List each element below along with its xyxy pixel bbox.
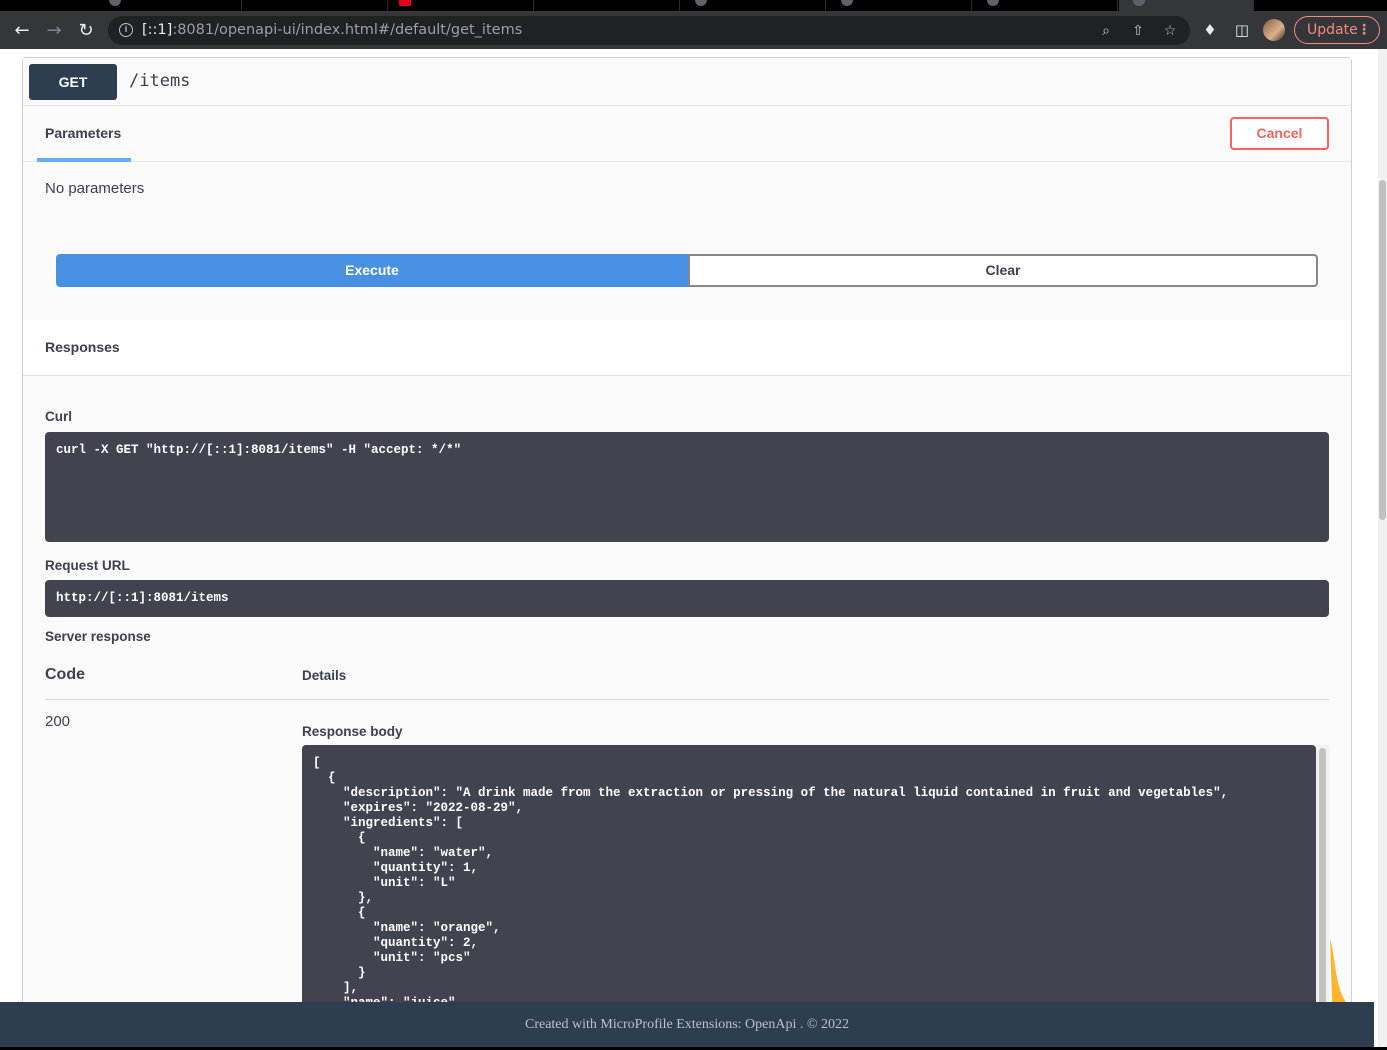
details-column-header: Details [302,668,347,683]
more-menu-icon[interactable]: ⋮ [1357,17,1371,43]
curl-command-block[interactable]: curl -X GET "http://[::1]:8081/items" -H… [45,432,1329,542]
browser-tab[interactable] [681,0,826,11]
response-body-json[interactable]: [ { "description": "A drink made from th… [313,756,1305,1002]
responses-header: Responses [23,320,1351,376]
profile-avatar[interactable] [1263,19,1285,41]
reload-icon: ↻ [78,20,94,41]
response-body-label: Response body [302,724,403,739]
execute-button[interactable]: Execute [56,254,688,287]
operation-path: /items [129,71,191,91]
globe-icon [841,0,853,6]
browser-tab-active[interactable] [1119,0,1254,11]
page-footer: Created with MicroProfile Extensions: Op… [0,1002,1374,1047]
floating-blob-decoration [1330,939,1347,1002]
side-panel-icon[interactable]: ◫ [1232,20,1252,40]
arrow-right-icon: → [46,20,62,41]
browser-tab[interactable] [535,0,680,11]
reload-button[interactable]: ↻ [75,20,97,42]
globe-icon [1133,0,1145,6]
operation-summary[interactable]: GET /items [23,58,1351,106]
url-path: :8081/openapi-ui/index.html#/default/get… [172,22,523,38]
browser-toolbar: ← → ↻ i [::1]:8081/openapi-ui/index.html… [0,11,1387,49]
active-tab-indicator [37,158,131,162]
curl-label: Curl [45,409,72,424]
extensions-puzzle-icon[interactable]: ♦ [1200,20,1220,40]
app-icon [399,0,411,6]
page-scroll-thumb[interactable] [1379,180,1386,520]
url-host: [::1] [142,22,173,38]
site-info-icon[interactable]: i [119,23,133,37]
response-body-block[interactable]: [ { "description": "A drink made from th… [302,745,1316,1002]
request-url-block[interactable]: http://[::1]:8081/items [45,580,1329,617]
browser-tab[interactable] [973,0,1118,11]
forward-button[interactable]: → [43,20,65,42]
arrow-left-icon: ← [14,20,30,41]
request-url-label: Request URL [45,558,130,573]
browser-tab-strip [0,0,1387,11]
swagger-page: GET /items Parameters Cancel No paramete… [0,49,1378,1002]
no-parameters-text: No parameters [45,180,145,197]
browser-tab[interactable] [827,0,972,11]
cancel-button[interactable]: Cancel [1230,117,1329,150]
clear-button[interactable]: Clear [688,254,1318,287]
server-response-label: Server response [45,629,151,644]
globe-icon [987,0,999,6]
responses-title: Responses [45,339,120,355]
back-button[interactable]: ← [11,20,33,42]
response-status-code: 200 [45,713,71,730]
browser-tab[interactable] [389,0,534,11]
code-column-header: Code [45,666,85,683]
browser-tab[interactable] [243,0,388,11]
globe-icon [109,0,121,6]
bookmark-star-icon[interactable]: ☆ [1161,22,1179,40]
zoom-icon[interactable]: ⌕ [1097,22,1115,40]
update-label: Update [1307,22,1358,38]
globe-icon [695,0,707,6]
operation-block-get-items: GET /items Parameters Cancel No paramete… [22,57,1352,1002]
address-bar[interactable]: i [::1]:8081/openapi-ui/index.html#/defa… [108,16,1190,45]
response-body-scroll-thumb[interactable] [1319,748,1326,1002]
browser-tab[interactable] [97,0,242,11]
parameters-tab-header: Parameters Cancel [23,106,1351,162]
http-method-badge: GET [29,64,117,100]
share-icon[interactable]: ⇧ [1129,22,1147,40]
table-divider [45,699,1329,700]
address-url[interactable]: [::1]:8081/openapi-ui/index.html#/defaul… [142,22,522,38]
execute-wrapper: Execute Clear [56,254,1318,287]
update-button[interactable]: Update ⋮ [1294,16,1380,44]
tab-parameters[interactable]: Parameters [45,125,121,141]
